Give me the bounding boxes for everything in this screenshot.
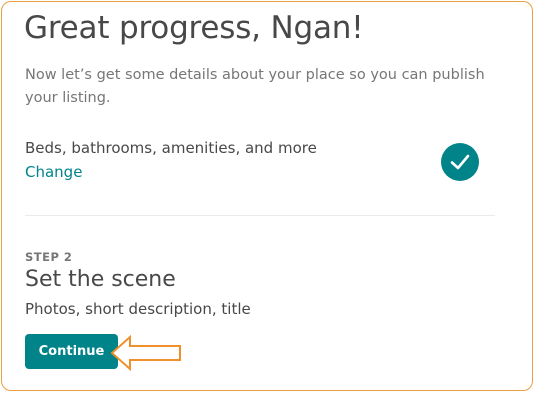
page-title: Great progress, Ngan!	[24, 10, 364, 46]
step-label: STEP 2	[25, 250, 73, 264]
left-arrow-icon	[110, 335, 181, 371]
continue-button[interactable]: Continue	[25, 334, 118, 369]
step-title: Set the scene	[25, 267, 176, 292]
checkmark-icon	[441, 143, 479, 181]
progress-card: Great progress, Ngan! Now let’s get some…	[1, 1, 533, 391]
page-subtitle: Now let’s get some details about your pl…	[25, 67, 485, 106]
completed-step-row: Beds, bathrooms, amenities, and more Cha…	[25, 139, 495, 209]
step-description: Photos, short description, title	[25, 300, 251, 318]
divider	[25, 215, 495, 216]
completed-step-label: Beds, bathrooms, amenities, and more	[25, 139, 317, 157]
change-link[interactable]: Change	[25, 163, 82, 181]
